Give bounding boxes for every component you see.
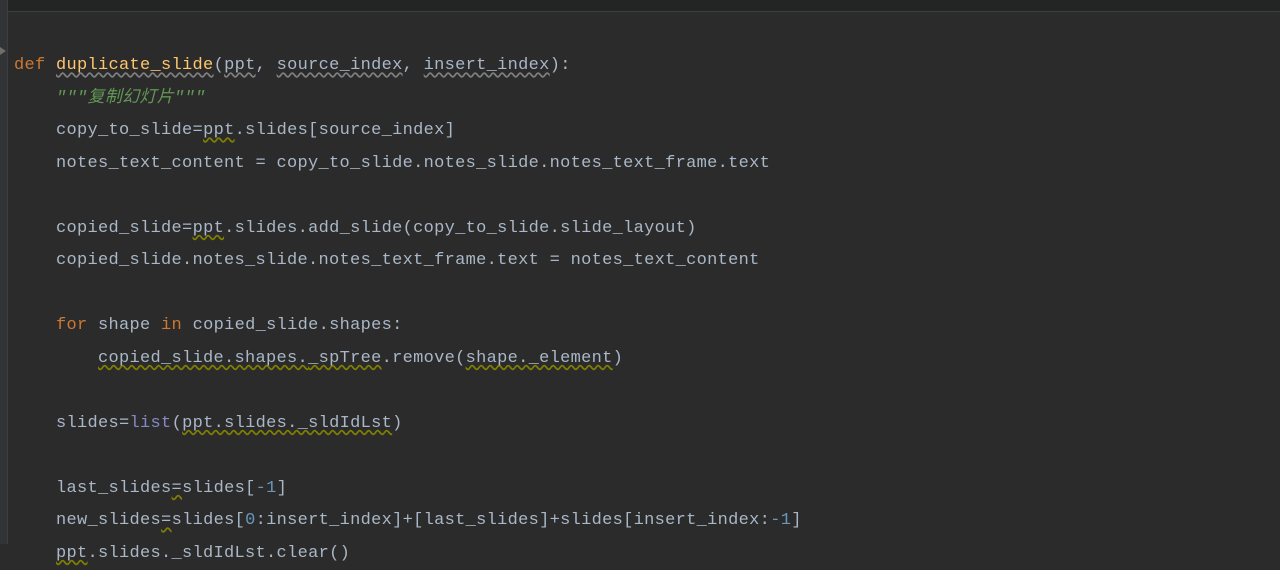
code-line: """复制幻灯片""" [14,83,1280,116]
code-line: new_slides=slides[0:insert_index]+[last_… [14,505,1280,538]
function-name: duplicate_slide [56,56,214,75]
code-line-blank [14,375,1280,408]
code-line: for shape in copied_slide.shapes: [14,310,1280,343]
code-editor[interactable]: def duplicate_slide(ppt, source_index, i… [0,12,1280,570]
code-line-blank [14,440,1280,473]
code-line-blank [14,180,1280,213]
parameter: source_index [277,56,403,75]
code-line: def duplicate_slide(ppt, source_index, i… [14,50,1280,83]
code-line: notes_text_content = copy_to_slide.notes… [14,148,1280,181]
code-line: slides=list(ppt.slides._sldIdLst) [14,408,1280,441]
code-line: last_slides=slides[-1] [14,473,1280,506]
code-line: ppt.slides._sldIdLst.clear() [14,538,1280,570]
editor-gutter [0,0,8,544]
keyword-in: in [161,316,182,335]
builtin-list: list [130,414,172,433]
fold-marker-icon[interactable] [0,44,10,56]
parameter: ppt [224,56,256,75]
docstring: """复制幻灯片""" [56,89,206,108]
keyword-def: def [14,56,46,75]
code-line: copied_slide=ppt.slides.add_slide(copy_t… [14,213,1280,246]
keyword-for: for [56,316,88,335]
code-line: copy_to_slide=ppt.slides[source_index] [14,115,1280,148]
code-line-blank [14,278,1280,311]
editor-top-bar [0,0,1280,12]
code-line: copied_slide.notes_slide.notes_text_fram… [14,245,1280,278]
code-line: copied_slide.shapes._spTree.remove(shape… [14,343,1280,376]
parameter: insert_index [424,56,550,75]
